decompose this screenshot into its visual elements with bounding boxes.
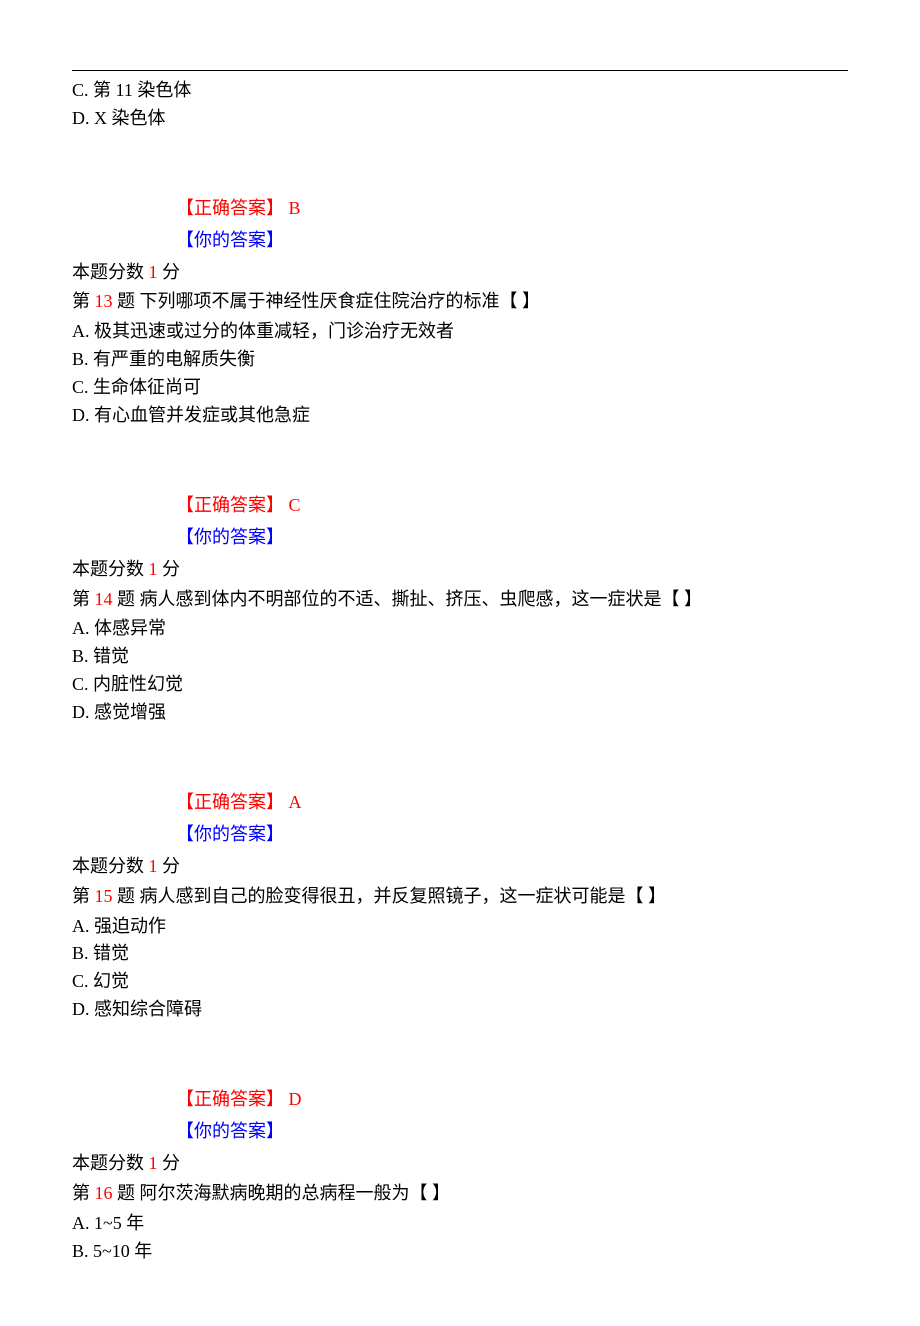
question-body: 题 病人感到体内不明部位的不适、撕扯、挤压、虫爬感，这一症状是【 】 [113,589,703,609]
option: C. 幻觉 [72,968,848,996]
correct-answer-line: 【正确答案】 B [72,195,848,223]
question-prefix: 第 [72,886,95,906]
score-prefix: 本题分数 [72,559,149,579]
score-value: 1 [149,1153,158,1173]
question-group: 【正确答案】 D 【你的答案】 本题分数 1 分 第 16 题 阿尔茨海默病晚期… [72,1024,848,1265]
score-value: 1 [149,262,158,282]
your-answer-line: 【你的答案】 [72,1118,848,1146]
correct-answer-value: A [289,792,302,812]
correct-answer-label: 【正确答案】 [176,792,289,812]
option: D. 有心血管并发症或其他急症 [72,402,848,430]
score-suffix: 分 [158,559,181,579]
option-c: C. 第 11 染色体 [72,77,848,105]
option: B. 5~10 年 [72,1238,848,1266]
score-prefix: 本题分数 [72,262,149,282]
options-container: A. 强迫动作B. 错觉C. 幻觉D. 感知综合障碍 [72,913,848,1025]
correct-answer-line: 【正确答案】 A [72,789,848,817]
question-prefix: 第 [72,1183,95,1203]
correct-answer-line: 【正确答案】 C [72,492,848,520]
score-prefix: 本题分数 [72,856,149,876]
option: A. 强迫动作 [72,913,848,941]
option: A. 极其迅速或过分的体重减轻，门诊治疗无效者 [72,318,848,346]
question-number: 15 [95,886,113,906]
option-d: D. X 染色体 [72,105,848,133]
your-answer-line: 【你的答案】 [72,821,848,849]
question-group: 【正确答案】 B 【你的答案】 本题分数 1 分 第 13 题 下列哪项不属于神… [72,133,848,430]
option: C. 内脏性幻觉 [72,671,848,699]
your-answer-label: 【你的答案】 [176,230,284,250]
score-prefix: 本题分数 [72,1153,149,1173]
horizontal-rule [72,70,848,71]
correct-answer-value: B [289,198,301,218]
correct-answer-value: D [289,1089,302,1109]
question-prefix: 第 [72,291,95,311]
your-answer-label: 【你的答案】 [176,1121,284,1141]
option: B. 有严重的电解质失衡 [72,346,848,374]
question-number: 14 [95,589,113,609]
score-suffix: 分 [158,262,181,282]
question-number: 16 [95,1183,113,1203]
option: D. 感知综合障碍 [72,996,848,1024]
score-suffix: 分 [158,1153,181,1173]
your-answer-label: 【你的答案】 [176,527,284,547]
your-answer-label: 【你的答案】 [176,824,284,844]
option: C. 生命体征尚可 [72,374,848,402]
question-text: 第 15 题 病人感到自己的脸变得很丑，并反复照镜子，这一症状可能是【 】 [72,883,848,911]
question-prefix: 第 [72,589,95,609]
question-text: 第 13 题 下列哪项不属于神经性厌食症住院治疗的标准【 】 [72,288,848,316]
question-body: 题 病人感到自己的脸变得很丑，并反复照镜子，这一症状可能是【 】 [113,886,667,906]
score-suffix: 分 [158,856,181,876]
option: A. 体感异常 [72,615,848,643]
score-line: 本题分数 1 分 [72,556,848,584]
score-value: 1 [149,559,158,579]
question-group: 【正确答案】 C 【你的答案】 本题分数 1 分 第 14 题 病人感到体内不明… [72,430,848,727]
question-number: 13 [95,291,113,311]
correct-answer-label: 【正确答案】 [176,1089,289,1109]
your-answer-line: 【你的答案】 [72,524,848,552]
option: D. 感觉增强 [72,699,848,727]
option: B. 错觉 [72,940,848,968]
options-container: A. 极其迅速或过分的体重减轻，门诊治疗无效者B. 有严重的电解质失衡C. 生命… [72,318,848,430]
correct-answer-line: 【正确答案】 D [72,1086,848,1114]
options-container: A. 体感异常B. 错觉C. 内脏性幻觉D. 感觉增强 [72,615,848,727]
score-value: 1 [149,856,158,876]
question-text: 第 16 题 阿尔茨海默病晚期的总病程一般为【 】 [72,1180,848,1208]
correct-answer-label: 【正确答案】 [176,495,289,515]
score-line: 本题分数 1 分 [72,259,848,287]
option: A. 1~5 年 [72,1210,848,1238]
option: B. 错觉 [72,643,848,671]
question-body: 题 阿尔茨海默病晚期的总病程一般为【 】 [113,1183,451,1203]
options-container: A. 1~5 年B. 5~10 年 [72,1210,848,1266]
your-answer-line: 【你的答案】 [72,227,848,255]
score-line: 本题分数 1 分 [72,853,848,881]
question-text: 第 14 题 病人感到体内不明部位的不适、撕扯、挤压、虫爬感，这一症状是【 】 [72,586,848,614]
question-group: 【正确答案】 A 【你的答案】 本题分数 1 分 第 15 题 病人感到自己的脸… [72,727,848,1024]
correct-answer-value: C [289,495,301,515]
score-line: 本题分数 1 分 [72,1150,848,1178]
correct-answer-label: 【正确答案】 [176,198,289,218]
question-body: 题 下列哪项不属于神经性厌食症住院治疗的标准【 】 [113,291,541,311]
